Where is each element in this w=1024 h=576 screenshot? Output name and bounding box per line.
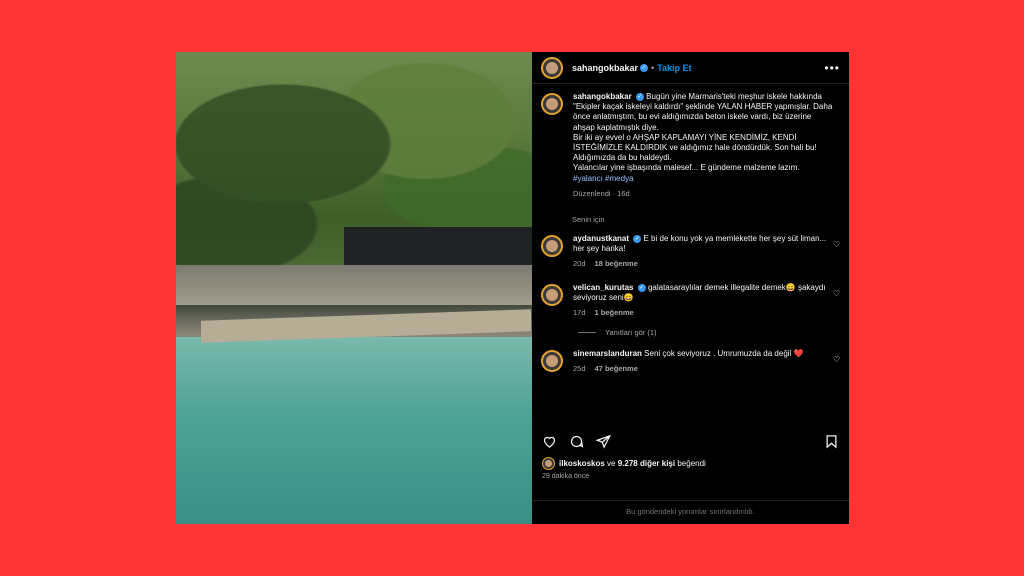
likes-connector: ve [607, 459, 616, 468]
comment-avatar[interactable] [541, 235, 563, 258]
comment-time: 17d [573, 308, 586, 318]
comment-username[interactable]: velican_kurutas [573, 283, 633, 292]
comment-avatar[interactable] [541, 350, 563, 373]
caption-meta: Düzenlendi · 16d [573, 188, 630, 198]
caption-text-3: Yalancılar yine işbaşında malesef... E g… [573, 163, 800, 173]
post-photo[interactable] [176, 52, 532, 524]
heart-icon[interactable] [542, 434, 557, 449]
photo-fence [344, 227, 532, 269]
comment-username[interactable]: sinemarslanduran [573, 349, 642, 358]
post-time: 29 dakika önce [542, 473, 590, 480]
comment-row: sinemarslanduran Seni çok seviyoruz . Um… [541, 349, 840, 374]
action-bar [532, 430, 849, 452]
liker-username[interactable]: ilkoskoskos [559, 459, 605, 468]
caption-avatar[interactable] [541, 93, 563, 115]
comment-time: 20d [573, 259, 586, 269]
comment-row: aydanustkanat ✓ E bi de konu yok ya meml… [541, 234, 840, 270]
comments-limited-notice: Bu gönderideki yorumlar sınırlandırıldı. [532, 500, 849, 524]
heart-icon[interactable]: ♡ [833, 355, 840, 364]
share-icon[interactable] [596, 434, 611, 449]
verified-icon: ✓ [633, 234, 642, 243]
caption-username[interactable]: sahangokbakar [573, 92, 632, 101]
header-separator: • [651, 62, 655, 73]
verified-icon: ✓ [637, 283, 646, 292]
author-avatar[interactable] [541, 56, 563, 79]
view-replies-label: Yanıtları gör (1) [605, 328, 657, 338]
comment-username[interactable]: aydanustkanat [573, 234, 629, 243]
photo-water [176, 337, 532, 524]
comment-text: Seni çok seviyoruz . Umrumuzda da değil … [644, 349, 804, 359]
likes-suffix: beğendi [677, 459, 706, 468]
author-username[interactable]: sahangokbakar [572, 63, 638, 73]
instagram-post: sahangokbakar ✓ • Takip Et ••• sahangokb… [176, 52, 849, 524]
caption: sahangokbakar ✓ Bugün yine Marmaris'teki… [541, 92, 840, 199]
bookmark-icon[interactable] [824, 434, 839, 449]
comment-likes[interactable]: 1 beğenme [595, 308, 634, 317]
caption-hashtags[interactable]: #yalancı #medya [573, 174, 633, 183]
view-replies-button[interactable]: Yanıtları gör (1) [578, 328, 840, 337]
verified-icon: ✓ [640, 63, 649, 72]
comment-icon[interactable] [569, 434, 584, 449]
caption-text-2: Bir iki ay evvel o AHŞAP KAPLAMAYI YİNE … [573, 132, 817, 163]
comment-avatar[interactable] [541, 283, 563, 306]
likes-others[interactable]: 9.278 diğer kişi [618, 459, 675, 468]
comment-time: 25d [573, 364, 586, 374]
more-icon[interactable]: ••• [824, 61, 840, 75]
heart-icon[interactable]: ♡ [833, 240, 840, 249]
post-panel: sahangokbakar ✓ • Takip Et ••• sahangokb… [532, 52, 849, 524]
comment-row: velican_kurutas ✓ galatasaraylılar demek… [541, 283, 840, 319]
heart-icon[interactable]: ♡ [833, 289, 840, 298]
liker-avatar [542, 457, 555, 470]
post-header: sahangokbakar ✓ • Takip Et ••• [532, 52, 849, 84]
comment-likes[interactable]: 47 beğenme [595, 364, 638, 373]
comment-likes[interactable]: 18 beğenme [595, 259, 638, 268]
photo-wall [176, 265, 532, 305]
likes-summary[interactable]: ilkoskoskos ve 9.278 diğer kişi beğendi [542, 457, 706, 470]
for-you-label[interactable]: Senin için [572, 215, 840, 224]
comments-list[interactable]: sahangokbakar ✓ Bugün yine Marmaris'teki… [532, 84, 849, 409]
follow-button[interactable]: Takip Et [657, 63, 691, 73]
verified-icon: ✓ [635, 92, 644, 101]
